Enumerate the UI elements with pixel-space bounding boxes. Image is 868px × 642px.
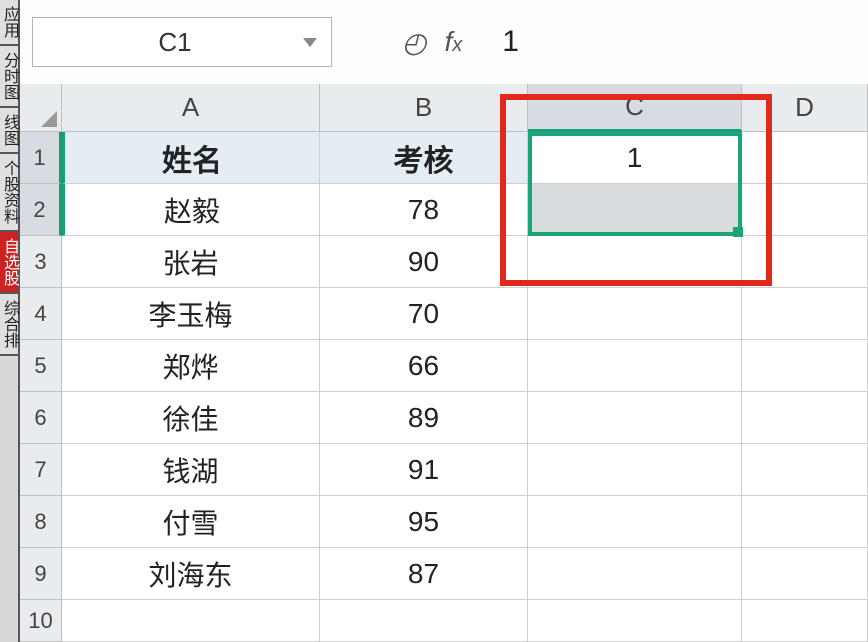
row-header-10[interactable]: 10 [20, 600, 62, 642]
row-3: 3 张岩 90 [20, 236, 868, 288]
ribbon-item-0[interactable]: 应用 [0, 0, 18, 46]
name-box-dropdown-icon[interactable] [303, 38, 317, 47]
name-box[interactable]: C1 [32, 17, 332, 67]
fx-icon[interactable]: fx [444, 26, 462, 58]
row-8: 8 付雪 95 [20, 496, 868, 548]
ribbon-item-1[interactable]: 分时图 [0, 46, 18, 108]
cell-C9[interactable] [528, 548, 742, 600]
trace-icon[interactable]: ◴ [402, 26, 426, 59]
col-header-B[interactable]: B [320, 84, 528, 132]
row-10: 10 [20, 600, 868, 642]
row-header-4[interactable]: 4 [20, 288, 62, 340]
cell-D8[interactable] [742, 496, 868, 548]
cell-C5[interactable] [528, 340, 742, 392]
left-tool-ribbon: 应用 分时图 线图 个股资料 自选股 综合排 [0, 0, 20, 642]
cell-B8[interactable]: 95 [320, 496, 528, 548]
cell-A5[interactable]: 郑烨 [62, 340, 320, 392]
col-header-A[interactable]: A [62, 84, 320, 132]
row-header-1[interactable]: 1 [20, 132, 62, 184]
ribbon-item-5[interactable]: 综合排 [0, 294, 18, 356]
row-6: 6 徐佳 89 [20, 392, 868, 444]
ribbon-item-3[interactable]: 个股资料 [0, 154, 18, 232]
select-all-corner[interactable] [20, 84, 62, 132]
cell-B10[interactable] [320, 600, 528, 642]
cell-D10[interactable] [742, 600, 868, 642]
cell-A9[interactable]: 刘海东 [62, 548, 320, 600]
row-2: 2 赵毅 78 [20, 184, 868, 236]
cell-D4[interactable] [742, 288, 868, 340]
cell-A2[interactable]: 赵毅 [62, 184, 320, 236]
cell-D2[interactable] [742, 184, 868, 236]
name-box-value: C1 [47, 27, 303, 58]
column-headers: A B C D [20, 84, 868, 132]
cell-A6[interactable]: 徐佳 [62, 392, 320, 444]
col-header-D[interactable]: D [742, 84, 868, 132]
row-1: 1 姓名 考核 1 [20, 132, 868, 184]
cell-A8[interactable]: 付雪 [62, 496, 320, 548]
cell-D1[interactable] [742, 132, 868, 184]
cell-D7[interactable] [742, 444, 868, 496]
cell-A3[interactable]: 张岩 [62, 236, 320, 288]
row-header-7[interactable]: 7 [20, 444, 62, 496]
formula-input[interactable] [492, 17, 792, 67]
cell-D5[interactable] [742, 340, 868, 392]
formula-bar: C1 ◴ fx [20, 0, 868, 84]
cell-D3[interactable] [742, 236, 868, 288]
cell-A10[interactable] [62, 600, 320, 642]
row-9: 9 刘海东 87 [20, 548, 868, 600]
row-header-5[interactable]: 5 [20, 340, 62, 392]
cell-C7[interactable] [528, 444, 742, 496]
cell-B1[interactable]: 考核 [320, 132, 528, 184]
cell-A1[interactable]: 姓名 [62, 132, 320, 184]
cell-A7[interactable]: 钱湖 [62, 444, 320, 496]
cell-C4[interactable] [528, 288, 742, 340]
cell-B3[interactable]: 90 [320, 236, 528, 288]
cell-C6[interactable] [528, 392, 742, 444]
row-header-3[interactable]: 3 [20, 236, 62, 288]
cell-C1[interactable]: 1 [528, 132, 742, 184]
cell-D9[interactable] [742, 548, 868, 600]
row-5: 5 郑烨 66 [20, 340, 868, 392]
ribbon-item-2[interactable]: 线图 [0, 108, 18, 154]
cell-D6[interactable] [742, 392, 868, 444]
cell-C10[interactable] [528, 600, 742, 642]
row-4: 4 李玉梅 70 [20, 288, 868, 340]
ribbon-item-4[interactable]: 自选股 [0, 232, 18, 294]
col-header-C[interactable]: C [528, 84, 742, 132]
row-7: 7 钱湖 91 [20, 444, 868, 496]
cell-B9[interactable]: 87 [320, 548, 528, 600]
row-header-8[interactable]: 8 [20, 496, 62, 548]
cell-C2[interactable] [528, 184, 742, 236]
cell-C8[interactable] [528, 496, 742, 548]
cell-A4[interactable]: 李玉梅 [62, 288, 320, 340]
row-header-2[interactable]: 2 [20, 184, 62, 236]
cell-B4[interactable]: 70 [320, 288, 528, 340]
cell-B2[interactable]: 78 [320, 184, 528, 236]
rows-container: 1 姓名 考核 1 2 赵毅 78 3 张岩 90 4 李玉梅 70 [20, 132, 868, 642]
cell-B5[interactable]: 66 [320, 340, 528, 392]
cell-B7[interactable]: 91 [320, 444, 528, 496]
cell-C3[interactable] [528, 236, 742, 288]
row-header-6[interactable]: 6 [20, 392, 62, 444]
cell-B6[interactable]: 89 [320, 392, 528, 444]
spreadsheet-grid[interactable]: A B C D 1 姓名 考核 1 2 赵毅 78 3 张岩 90 4 [20, 84, 868, 642]
row-header-9[interactable]: 9 [20, 548, 62, 600]
